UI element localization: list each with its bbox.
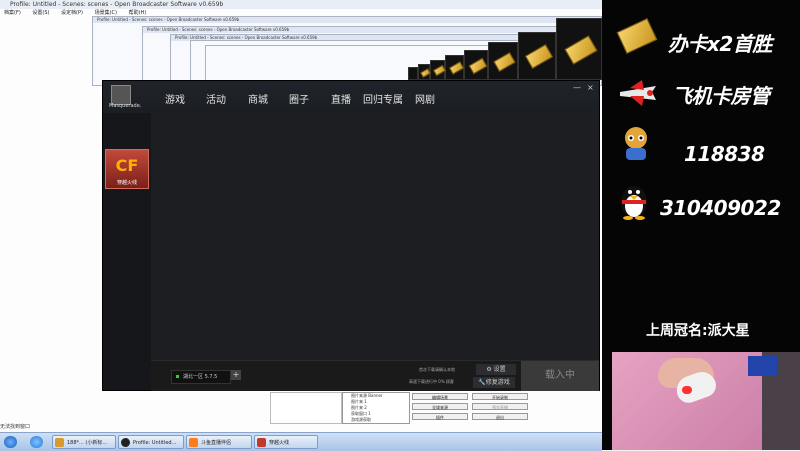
close-button[interactable]: × xyxy=(587,83,594,92)
obs-icon xyxy=(121,438,130,447)
taskbar: 188*... (小新标... Profile: Untitled... 斗鱼直… xyxy=(0,432,602,451)
server-status-icon xyxy=(176,375,179,378)
global-source-button[interactable]: 全域来源 xyxy=(412,403,468,410)
settings-label: 设置 xyxy=(493,366,506,373)
tab-events[interactable]: 活动 xyxy=(206,91,226,106)
mouse-led xyxy=(682,386,692,394)
card-tile xyxy=(418,64,431,80)
card-tile xyxy=(445,55,465,80)
panel-row-qq: 310409022 xyxy=(660,196,781,220)
tab-mall[interactable]: 商城 xyxy=(248,91,268,106)
wrench-icon: 🔧 xyxy=(478,379,486,386)
menu-file[interactable]: 档案(F) xyxy=(4,10,21,16)
list-item[interactable]: 游戏源获取 xyxy=(343,417,409,423)
scene-source-list[interactable]: 图片来源 Banner 图片来 1 图片来 2 获取窗口 1 游戏源获取 xyxy=(342,392,410,424)
tab-live[interactable]: 直播 xyxy=(331,91,351,106)
cascade-title: Profile: Untitled - Scenes: scenes - Ope… xyxy=(93,17,601,23)
server-add-button[interactable]: + xyxy=(231,370,241,380)
obs-title-bar: Profile: Untitled - Scenes: scenes - Ope… xyxy=(0,0,602,9)
obs-title: Profile: Untitled - Scenes: scenes - Ope… xyxy=(10,1,224,8)
taskbar-item-label: 穿越火线 xyxy=(269,440,290,446)
taskbar-item[interactable]: 穿越火线 xyxy=(254,435,318,449)
edit-scene-button[interactable]: 编辑场景 xyxy=(412,393,468,400)
start-record-button[interactable]: 开始录制 xyxy=(472,393,528,400)
obs-sources-panel xyxy=(270,392,342,424)
card-tile xyxy=(464,50,488,80)
card-tile xyxy=(430,60,447,80)
tab-circle[interactable]: 圈子 xyxy=(289,91,309,106)
keyboard-image xyxy=(748,356,778,376)
server-selector[interactable]: 湖北一区 5.7.5 xyxy=(171,370,231,384)
settings-button[interactable]: ⚙ 设置 xyxy=(476,364,516,375)
minimize-button[interactable]: — xyxy=(573,83,581,92)
tab-web-drama[interactable]: 网剧 xyxy=(415,91,435,106)
server-label: 湖北一区 5.7.5 xyxy=(183,374,218,380)
repair-game-button[interactable]: 🔧修复游戏 xyxy=(473,377,515,388)
repair-label: 修复游戏 xyxy=(485,379,510,386)
gear-icon: ⚙ xyxy=(486,366,494,373)
menu-profile[interactable]: 设定档(P) xyxy=(61,10,83,16)
client-header: Masquerade. 游戏 活动 商城 圈子 直播 回归专属 网剧 — × xyxy=(103,81,599,113)
last-week-sponsor: 上周冠名:派大星 xyxy=(646,323,750,339)
menu-settings[interactable]: 设置(S) xyxy=(32,10,49,16)
qq-penguin-icon xyxy=(618,180,650,220)
panel-row-number: 118838 xyxy=(684,142,765,166)
panel-row-plane: 飞机卡房管 xyxy=(672,84,770,108)
game-tile-crossfire[interactable]: CF 穿越火线 xyxy=(105,149,149,189)
download-note: 首次下载请确认本地 xyxy=(419,367,455,372)
stream-info-panel: 办卡x2首胜 飞机卡房管 118838 310409022 上周冠名:派大星 xyxy=(602,0,800,450)
client-content-area xyxy=(151,113,599,360)
plugins-button[interactable]: 插件 xyxy=(412,413,468,420)
start-orb-icon[interactable] xyxy=(4,436,17,448)
webcam-feed xyxy=(612,352,800,450)
status-text: 无法找到窗口 xyxy=(0,424,31,430)
game-tile-label: 穿越火线 xyxy=(116,180,137,186)
app-icon xyxy=(55,438,64,447)
sogou-icon[interactable] xyxy=(30,436,43,448)
tab-games[interactable]: 游戏 xyxy=(165,91,185,106)
avatar[interactable] xyxy=(111,85,131,105)
panel-row-card: 办卡x2首胜 xyxy=(668,32,772,56)
taskbar-item[interactable]: Profile: Untitled... xyxy=(118,435,184,449)
client-bottom-bar: 湖北一区 5.7.5 + 首次下载请确认本地 高速下载进行中 0% 顾客 ⚙ 设… xyxy=(151,360,599,391)
taskbar-item-label: Profile: Untitled... xyxy=(133,440,177,446)
exit-button[interactable]: 退出 xyxy=(472,413,528,420)
taskbar-item-label: 188*... (小新标... xyxy=(67,440,108,446)
crossfire-logo-icon: CF xyxy=(115,156,139,175)
card-tile xyxy=(408,67,418,80)
taskbar-item[interactable]: 斗鱼直播伴侣 xyxy=(186,435,252,449)
card-tile xyxy=(518,32,556,80)
start-game-button[interactable]: 载入中 xyxy=(521,361,599,391)
card-tile xyxy=(556,18,602,80)
client-sidebar: CF 穿越火线 xyxy=(103,113,151,390)
gold-card-icon xyxy=(616,17,658,55)
card-tile xyxy=(488,42,518,80)
douyu-icon xyxy=(189,438,198,447)
tab-return[interactable]: 回归专属 xyxy=(363,91,403,106)
download-progress-text: 高速下载进行中 0% 顾客 xyxy=(409,379,454,384)
game-client-window: Masquerade. 游戏 活动 商城 圈子 直播 回归专属 网剧 — × C… xyxy=(102,80,600,391)
plane-icon xyxy=(616,78,660,108)
mascot-icon xyxy=(620,126,652,162)
username: Masquerade. xyxy=(109,103,142,109)
crossfire-icon xyxy=(257,438,266,447)
taskbar-item[interactable]: 188*... (小新标... xyxy=(52,435,116,449)
taskbar-item-label: 斗鱼直播伴侣 xyxy=(201,440,232,446)
preview-stream-button[interactable]: 预览直播 xyxy=(472,403,528,410)
